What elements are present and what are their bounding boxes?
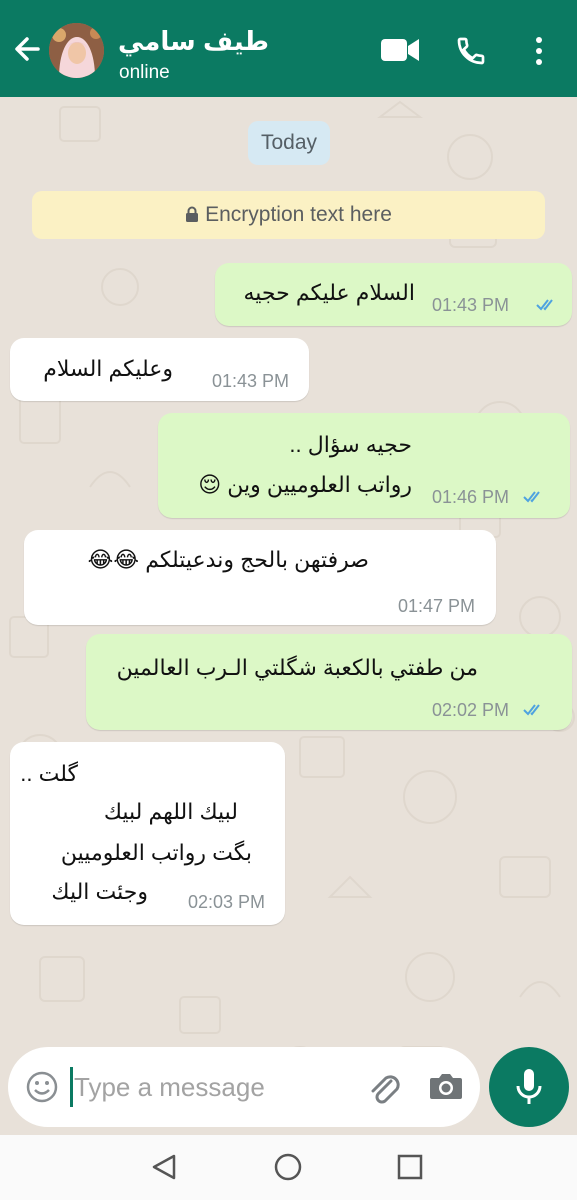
message-text: وعليكم السلام [43,356,173,381]
mic-icon [516,1069,542,1104]
message-bubble-outgoing[interactable]: السلام عليكم حجيه 01:43 PM [215,263,572,326]
message-composer [8,1047,480,1127]
encryption-notice[interactable]: Encryption text here [32,191,545,239]
read-ticks-icon [523,703,545,722]
read-ticks-icon [523,490,545,509]
message-time: 02:02 PM [432,700,510,720]
video-call-icon[interactable] [380,36,420,69]
text-caret [70,1067,73,1107]
message-bubble-outgoing[interactable]: حجيه سؤال .. رواتب العلوميين وين 😌 01:46… [158,413,570,518]
message-time: 01:47 PM [398,596,476,616]
message-input[interactable] [74,1065,354,1109]
message-text: من طفتي بالكعبة شگلتي الـرب العالمين [116,655,478,680]
nav-recent-icon[interactable] [397,1154,423,1185]
emoji-icon[interactable] [25,1070,59,1109]
message-text: صرفتهن بالحج وندعيتلكم 😂😂 [87,547,369,572]
back-arrow-icon[interactable] [10,32,44,66]
avatar[interactable] [49,23,104,78]
message-time: 01:43 PM [432,295,510,315]
message-bubble-incoming[interactable]: گلت .. لبيك اللهم لبيك بگت رواتب العلومي… [10,742,285,925]
message-time: 01:46 PM [432,487,510,507]
message-text-line-2: رواتب العلوميين وين 😌 [198,472,412,497]
message-bubble-incoming[interactable]: صرفتهن بالحج وندعيتلكم 😂😂 01:47 PM [24,530,496,625]
message-bubble-outgoing[interactable]: من طفتي بالكعبة شگلتي الـرب العالمين 02:… [86,634,572,730]
message-time: 01:43 PM [212,371,290,391]
mic-button[interactable] [489,1047,569,1127]
message-text-line-1: حجيه سؤال .. [289,432,412,457]
contact-name[interactable]: طيف سامي [118,26,269,57]
encryption-text: Encryption text here [205,203,392,226]
nav-home-icon[interactable] [273,1152,303,1187]
nav-back-icon[interactable] [150,1153,178,1186]
date-separator: Today [248,121,330,165]
chat-area[interactable]: Today Encryption text here السلام عليكم … [0,97,577,1135]
attach-icon[interactable] [364,1068,404,1113]
message-text-line-4: وجئت اليك [51,879,148,904]
more-vert-icon[interactable] [534,36,544,71]
chat-header: طيف سامي online [0,0,577,97]
lock-icon [185,193,199,241]
message-text-line-1: گلت .. [20,761,78,786]
message-text-line-2: لبيك اللهم لبيك [103,799,238,824]
contact-status: online [119,62,170,83]
message-time: 02:03 PM [188,892,266,912]
phone-icon[interactable] [455,35,487,72]
camera-icon[interactable] [428,1071,464,1106]
message-text: السلام عليكم حجيه [243,280,416,305]
system-nav-bar [0,1135,577,1200]
message-text-line-3: بگت رواتب العلوميين [60,840,252,865]
read-ticks-icon [536,298,558,317]
message-bubble-incoming[interactable]: وعليكم السلام 01:43 PM [10,338,309,401]
